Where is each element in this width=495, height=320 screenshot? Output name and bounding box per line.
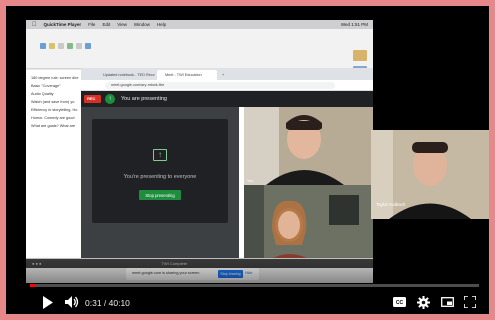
toolbar-icon <box>58 43 64 49</box>
miniplayer-button[interactable] <box>439 294 455 310</box>
doc-line: What are goals? What are <box>31 124 76 128</box>
share-panel: ↑ You're presenting to everyone Stop pre… <box>92 119 228 223</box>
duration: 40:10 <box>108 298 130 308</box>
fullscreen-button[interactable] <box>462 294 478 310</box>
webcam-name: Taylor Kalbach <box>376 202 406 207</box>
doc-line: Watch (and save from) yo <box>31 100 75 104</box>
browser-tab: Updated notebook - TED Recc <box>103 73 155 77</box>
menu-edit: Edit <box>97 22 110 27</box>
toolbar-icon <box>76 43 82 49</box>
time-display: 0:31 / 40:10 <box>85 298 130 308</box>
mac-menubar:  QuickTime Player File Edit View Window… <box>26 20 373 29</box>
doc-line: 180 degree rule: screen dire <box>31 76 79 80</box>
play-button[interactable] <box>40 294 56 310</box>
video-player[interactable]:  QuickTime Player File Edit View Window… <box>6 6 489 314</box>
browser-tabs: Updated notebook - TED Recc Meet - TWI E… <box>81 68 373 80</box>
document-toolbar <box>26 29 373 69</box>
play-icon <box>43 295 53 309</box>
folder-icon <box>353 50 367 61</box>
browser-tab-active: Meet - TWI Education <box>157 70 217 80</box>
menu-view: View <box>112 22 127 27</box>
volume-button[interactable] <box>64 294 80 310</box>
doc-line: Humor. Comedy are good <box>31 116 75 120</box>
svg-text:CC: CC <box>395 300 403 306</box>
menubar-clock: Wed 1:51 PM <box>340 22 368 27</box>
menu-file: File <box>83 22 95 27</box>
present-icon: ↑ <box>105 94 115 104</box>
toolbar-icon <box>49 43 55 49</box>
progress-played <box>30 284 36 287</box>
share-message: You're presenting to everyone <box>123 174 197 180</box>
rec-badge: REC <box>84 95 101 103</box>
new-tab-icon: + <box>222 73 225 77</box>
webcam-overlay: Taylor Kalbach <box>371 130 489 219</box>
menu-window: Window <box>129 22 150 27</box>
miniplayer-icon <box>440 297 454 307</box>
browser-window: Updated notebook - TED Recc Meet - TWI E… <box>81 68 373 268</box>
captions-button[interactable]: CC <box>391 294 407 310</box>
captions-icon: CC <box>392 297 406 307</box>
current-time: 0:31 <box>85 298 102 308</box>
fullscreen-icon <box>464 296 476 308</box>
self-label: You <box>247 179 254 183</box>
doc-line: Basic "Coverage" <box>31 84 61 88</box>
participant-tile-self: You <box>244 107 373 185</box>
apple-icon:  <box>32 22 37 28</box>
participant-face <box>244 107 373 185</box>
presenting-status: You are presenting <box>121 96 167 102</box>
document-page: 180 degree rule: screen dire Basic "Cove… <box>26 70 83 258</box>
url-field: meet.google.com/ary-mbwk-fbe <box>105 82 335 89</box>
doc-line: Audio Quality <box>31 92 54 96</box>
stop-presenting-button: Stop presenting <box>139 190 181 200</box>
toolbar-icon <box>85 43 91 49</box>
address-bar: meet.google.com/ary-mbwk-fbe <box>81 80 373 91</box>
recorded-desktop:  QuickTime Player File Edit View Window… <box>26 20 373 283</box>
gear-icon <box>416 295 430 309</box>
menu-help: Help <box>152 22 166 27</box>
toolbar-icon <box>40 43 46 49</box>
toolbar-icon <box>67 43 73 49</box>
menubar-app-name: QuickTime Player <box>39 22 82 27</box>
progress-bar[interactable] <box>30 284 479 287</box>
meet-header: REC ↑ You are presenting <box>81 91 373 107</box>
time-separator: / <box>101 298 109 308</box>
volume-icon <box>65 296 79 308</box>
settings-button[interactable] <box>415 294 431 310</box>
doc-line: Efficiency in storytelling. Ho <box>31 108 78 112</box>
meet-stage: ↑ You're presenting to everyone Stop pre… <box>81 107 239 268</box>
screen-share-icon: ↑ <box>153 149 167 161</box>
toolbar-icons <box>40 43 91 49</box>
